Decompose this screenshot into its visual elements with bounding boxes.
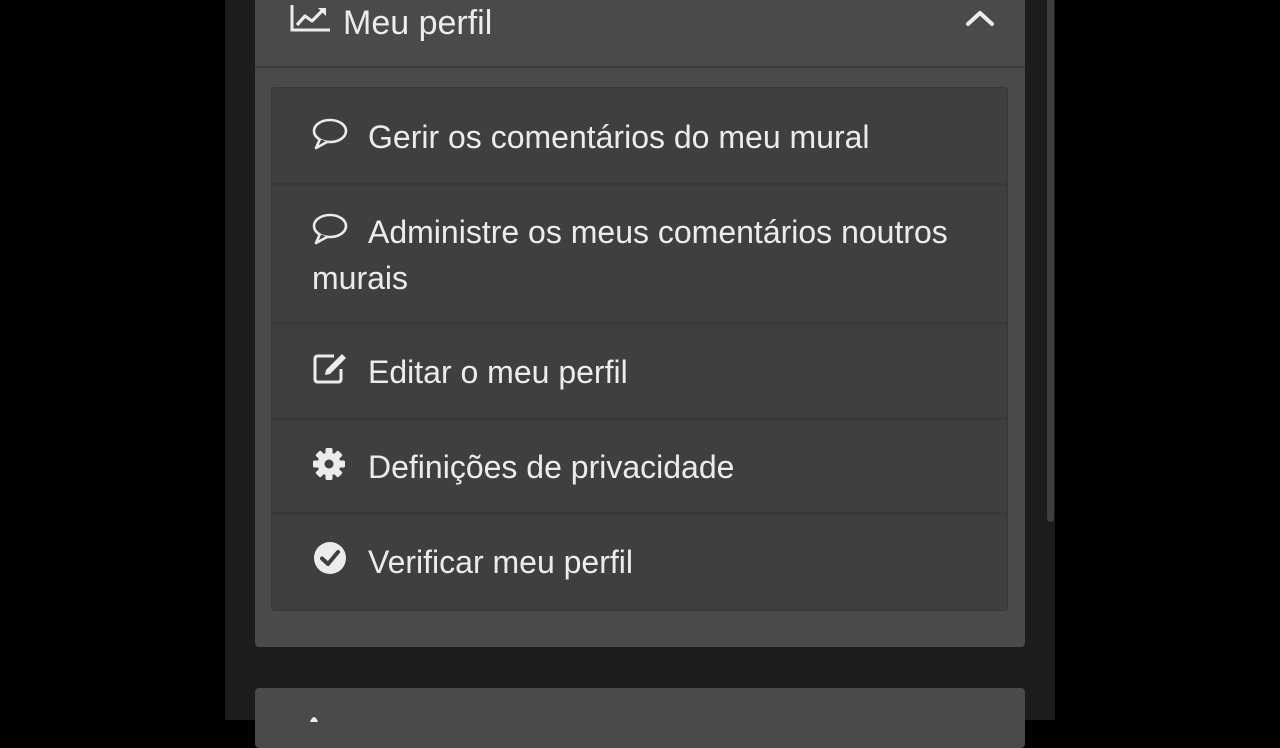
scrollbar[interactable] [1045,0,1055,720]
menu-item-label: Definições de privacidade [368,449,735,485]
chart-line-icon [290,5,330,32]
profile-panel-header[interactable]: Meu perfil [255,0,1025,68]
menu-item-manage-my-comments[interactable]: Administre os meus comentários noutros m… [272,186,1007,325]
menu-item-label: Editar o meu perfil [368,354,628,390]
chevron-up-icon[interactable] [965,8,995,28]
panel-icon [310,717,318,722]
profile-menu: Gerir os comentários do meu mural Admini… [272,88,1007,610]
panel-title: Meu perfil [343,4,493,42]
menu-item-privacy-settings[interactable]: Definições de privacidade [272,420,1007,515]
menu-item-verify-profile[interactable]: Verificar meu perfil [272,515,1007,610]
menu-item-label: Administre os meus comentários noutros m… [312,214,948,296]
next-panel-header[interactable] [255,688,1025,748]
menu-item-label: Verificar meu perfil [368,544,633,580]
menu-item-manage-wall-comments[interactable]: Gerir os comentários do meu mural [272,88,1007,186]
menu-item-label: Gerir os comentários do meu mural [368,119,870,155]
menu-item-edit-profile[interactable]: Editar o meu perfil [272,325,1007,420]
scrollbar-thumb[interactable] [1047,0,1054,522]
